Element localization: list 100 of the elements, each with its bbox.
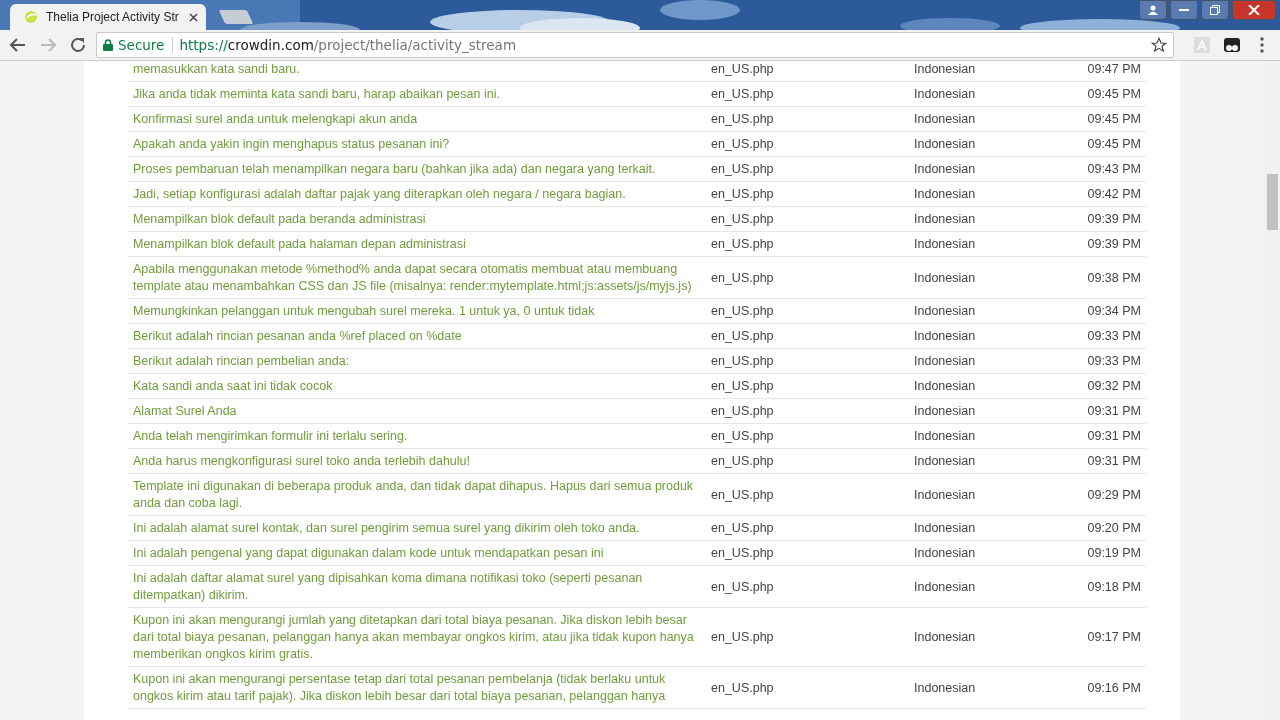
activity-text[interactable]: Jika anda tidak meminta kata sandi baru, harap abaikan pesan ini. — [128, 82, 706, 106]
file-name: en_US.php — [710, 236, 775, 253]
time-label: 09:16 PM — [1086, 679, 1142, 697]
file-name: en_US.php — [710, 545, 775, 562]
file-name: en_US.php — [710, 353, 775, 370]
file-name: en_US.php — [710, 136, 775, 153]
address-bar[interactable]: Secure https://crowdin.com/project/thelia/activity_stream — [96, 32, 1174, 58]
file-name: en_US.php — [710, 453, 775, 470]
file-name: en_US.php — [710, 403, 775, 420]
time-label: 09:39 PM — [1086, 211, 1142, 228]
activity-text[interactable]: Ini adalah pengenal yang dapat digunakan dalam kode untuk mendapatkan pesan ini — [128, 541, 706, 565]
activity-text[interactable]: Kata sandi anda saat ini tidak cocok — [128, 374, 706, 398]
activity-text[interactable]: Menampilkan blok default pada beranda administrasi — [128, 207, 706, 231]
restore-button[interactable] — [1201, 0, 1229, 20]
time-label: 09:39 PM — [1086, 236, 1142, 253]
language-name: Indonesian — [913, 545, 977, 562]
file-name: en_US.php — [710, 629, 775, 646]
time-label: 09:33 PM — [1086, 328, 1142, 345]
file-name: en_US.php — [710, 520, 775, 537]
activity-text[interactable]: Proses pembaruan telah menampilkan negara baru (bahkan jika ada) dan negara yang terkait. — [128, 157, 706, 181]
profile-button[interactable] — [1139, 0, 1167, 20]
close-icon — [1248, 5, 1260, 15]
time-label: 09:38 PM — [1086, 269, 1142, 287]
time-label: 09:31 PM — [1086, 403, 1142, 420]
time-label: 09:42 PM — [1086, 186, 1142, 203]
language-name: Indonesian — [913, 186, 977, 203]
time-label: 09:33 PM — [1086, 353, 1142, 370]
language-name: Indonesian — [913, 428, 977, 445]
language-name: Indonesian — [913, 211, 977, 228]
time-label: 09:18 PM — [1086, 578, 1142, 596]
file-name: en_US.php — [710, 61, 775, 78]
time-label: 09:47 PM — [1086, 61, 1142, 78]
file-name: en_US.php — [710, 186, 775, 203]
time-label: 09:20 PM — [1086, 520, 1142, 537]
language-name: Indonesian — [913, 520, 977, 537]
file-name: en_US.php — [710, 269, 775, 287]
language-name: Indonesian — [913, 679, 977, 697]
file-name: en_US.php — [710, 303, 775, 320]
close-icon[interactable] — [189, 12, 198, 22]
close-button[interactable] — [1232, 0, 1276, 20]
activity-text[interactable]: memasukkan kata sandi baru. — [128, 61, 706, 81]
file-name: en_US.php — [710, 211, 775, 228]
activity-text[interactable]: Template ini digunakan di beberapa produk anda, dan tidak dapat dihapus. Hapus dari semua produk anda dan coba lagi. — [128, 474, 706, 515]
language-name: Indonesian — [913, 236, 977, 253]
activity-text[interactable]: Jadi, setiap konfigurasi adalah daftar pajak yang diterapkan oleh negara / negara bagian. — [128, 182, 706, 206]
activity-text[interactable]: Kupon ini akan mengurangi jumlah yang ditetapkan dari total biaya pesanan. Jika diskon lebih besar dari total biaya pesanan, pelanggan hanya akan membayar ongkos kirim, atau jika tidak kupon hanya memberikan ongkos kirim gratis. — [128, 608, 706, 666]
time-label: 09:29 PM — [1086, 486, 1142, 504]
person-icon — [1147, 5, 1159, 15]
activity-text[interactable]: Anda harus mengkonfigurasi surel toko anda terlebih dahulu! — [128, 449, 706, 473]
minimize-button[interactable] — [1170, 0, 1198, 20]
language-name: Indonesian — [913, 578, 977, 596]
security-label: Secure — [118, 37, 165, 53]
language-name: Indonesian — [913, 486, 977, 504]
language-name: Indonesian — [913, 303, 977, 320]
language-name: Indonesian — [913, 453, 977, 470]
language-name: Indonesian — [913, 111, 977, 128]
activity-text[interactable]: Berikut adalah rincian pesanan anda %ref placed on %date — [128, 324, 706, 348]
activity-text[interactable]: Kupon ini akan mengurangi persentase tetap dari total pesanan pembelanja (tidak berlaku untuk ongkos kirim atau tarif pajak). Jika diskon lebih besar dari total biaya pesanan, pelanggan hanya — [128, 667, 706, 708]
activity-text[interactable]: Anda telah mengirimkan formulir ini terlalu sering. — [128, 424, 706, 448]
time-label: 09:43 PM — [1086, 161, 1142, 178]
browser-tab[interactable]: Thelia Project Activity Str — [10, 4, 206, 30]
language-name: Indonesian — [913, 353, 977, 370]
time-label: 09:45 PM — [1086, 111, 1142, 128]
restore-icon — [1210, 5, 1220, 15]
language-name: Indonesian — [913, 161, 977, 178]
star-icon[interactable] — [1151, 37, 1167, 53]
file-name: en_US.php — [710, 161, 775, 178]
minimize-icon — [1179, 8, 1189, 12]
time-label: 09:19 PM — [1086, 545, 1142, 562]
activity-text[interactable]: Berikut adalah rincian pembelian anda: — [128, 349, 706, 373]
activity-text[interactable]: Apakah anda yakin ingin menghapus status pesanan ini? — [128, 132, 706, 156]
activity-text[interactable]: Ini adalah alamat surel kontak, dan surel pengirim semua surel yang dikirim oleh toko anda. — [128, 516, 706, 540]
language-name: Indonesian — [913, 136, 977, 153]
time-label: 09:31 PM — [1086, 428, 1142, 445]
file-name: en_US.php — [710, 428, 775, 445]
language-name: Indonesian — [913, 269, 977, 287]
file-name: en_US.php — [710, 378, 775, 395]
activity-text[interactable]: Konfirmasi surel anda untuk melengkapi akun anda — [128, 107, 706, 131]
language-name: Indonesian — [913, 86, 977, 103]
language-name: Indonesian — [913, 403, 977, 420]
language-name: Indonesian — [913, 629, 977, 646]
activity-text[interactable]: Ini adalah daftar alamat surel yang dipisahkan koma dimana notifikasi toko (seperti pesanan ditempatkan) dikirim. — [128, 566, 706, 607]
activity-text[interactable]: Apabila menggunakan metode %method% anda dapat secara otomatis membuat atau membuang template atau menambahkan CSS dan JS file (misalnya: render:mytemplate.html;js:assets/js/myjs.js) — [128, 257, 706, 298]
url-text: https://crowdin.com/project/thelia/activity_stream — [179, 37, 518, 53]
language-name: Indonesian — [913, 328, 977, 345]
lock-icon — [103, 39, 113, 51]
activity-text[interactable]: Menampilkan blok default pada halaman depan administrasi — [128, 232, 706, 256]
activity-text[interactable]: Alamat Surel Anda — [128, 399, 706, 423]
time-label: 09:31 PM — [1086, 453, 1142, 470]
language-name: Indonesian — [913, 61, 977, 78]
file-name: en_US.php — [710, 578, 775, 596]
language-name: Indonesian — [913, 378, 977, 395]
time-label: 09:34 PM — [1086, 303, 1142, 320]
file-name: en_US.php — [710, 86, 775, 103]
time-label: 09:45 PM — [1086, 136, 1142, 153]
file-name: en_US.php — [710, 486, 775, 504]
file-name: en_US.php — [710, 679, 775, 697]
time-label: 09:45 PM — [1086, 86, 1142, 103]
time-label: 09:17 PM — [1086, 629, 1142, 646]
activity-text[interactable]: Memungkinkan pelanggan untuk mengubah surel mereka. 1 untuk ya, 0 untuk tidak — [128, 299, 706, 323]
